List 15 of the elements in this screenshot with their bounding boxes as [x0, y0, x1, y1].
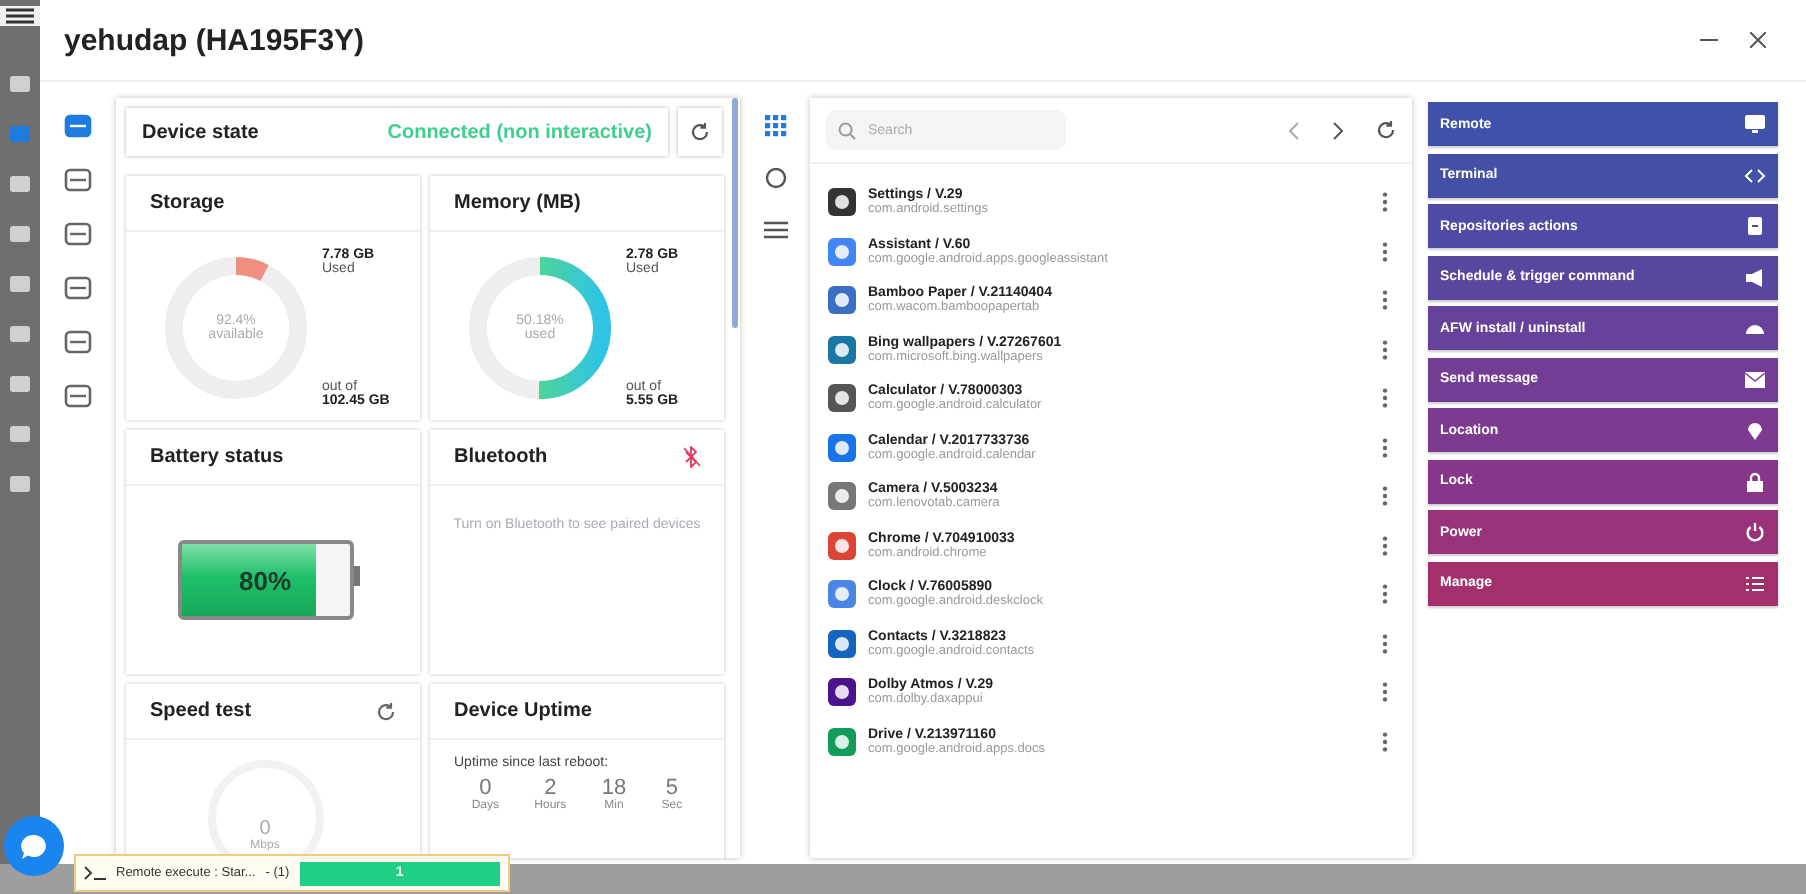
- card-title: Speed test: [150, 700, 252, 722]
- connection-status: Connected (non interactive): [387, 121, 652, 143]
- card-title: Storage: [150, 192, 225, 214]
- battery-reading: 80%: [238, 565, 292, 595]
- card-title: Battery status: [150, 446, 284, 468]
- card-title: Device Uptime: [454, 700, 592, 722]
- uptime-value: 2: [544, 776, 557, 800]
- uptime-value: 5: [665, 776, 679, 800]
- device-state-label: Device state: [142, 121, 259, 143]
- window-title: yehudap (HA195F3Y): [64, 23, 365, 57]
- card-title: Memory (MB): [454, 192, 581, 214]
- card-title: Bluetooth: [454, 446, 548, 468]
- uptime-value: 0: [479, 776, 492, 800]
- speed-value: 0: [259, 817, 271, 839]
- uptime-value: 18: [601, 776, 627, 800]
